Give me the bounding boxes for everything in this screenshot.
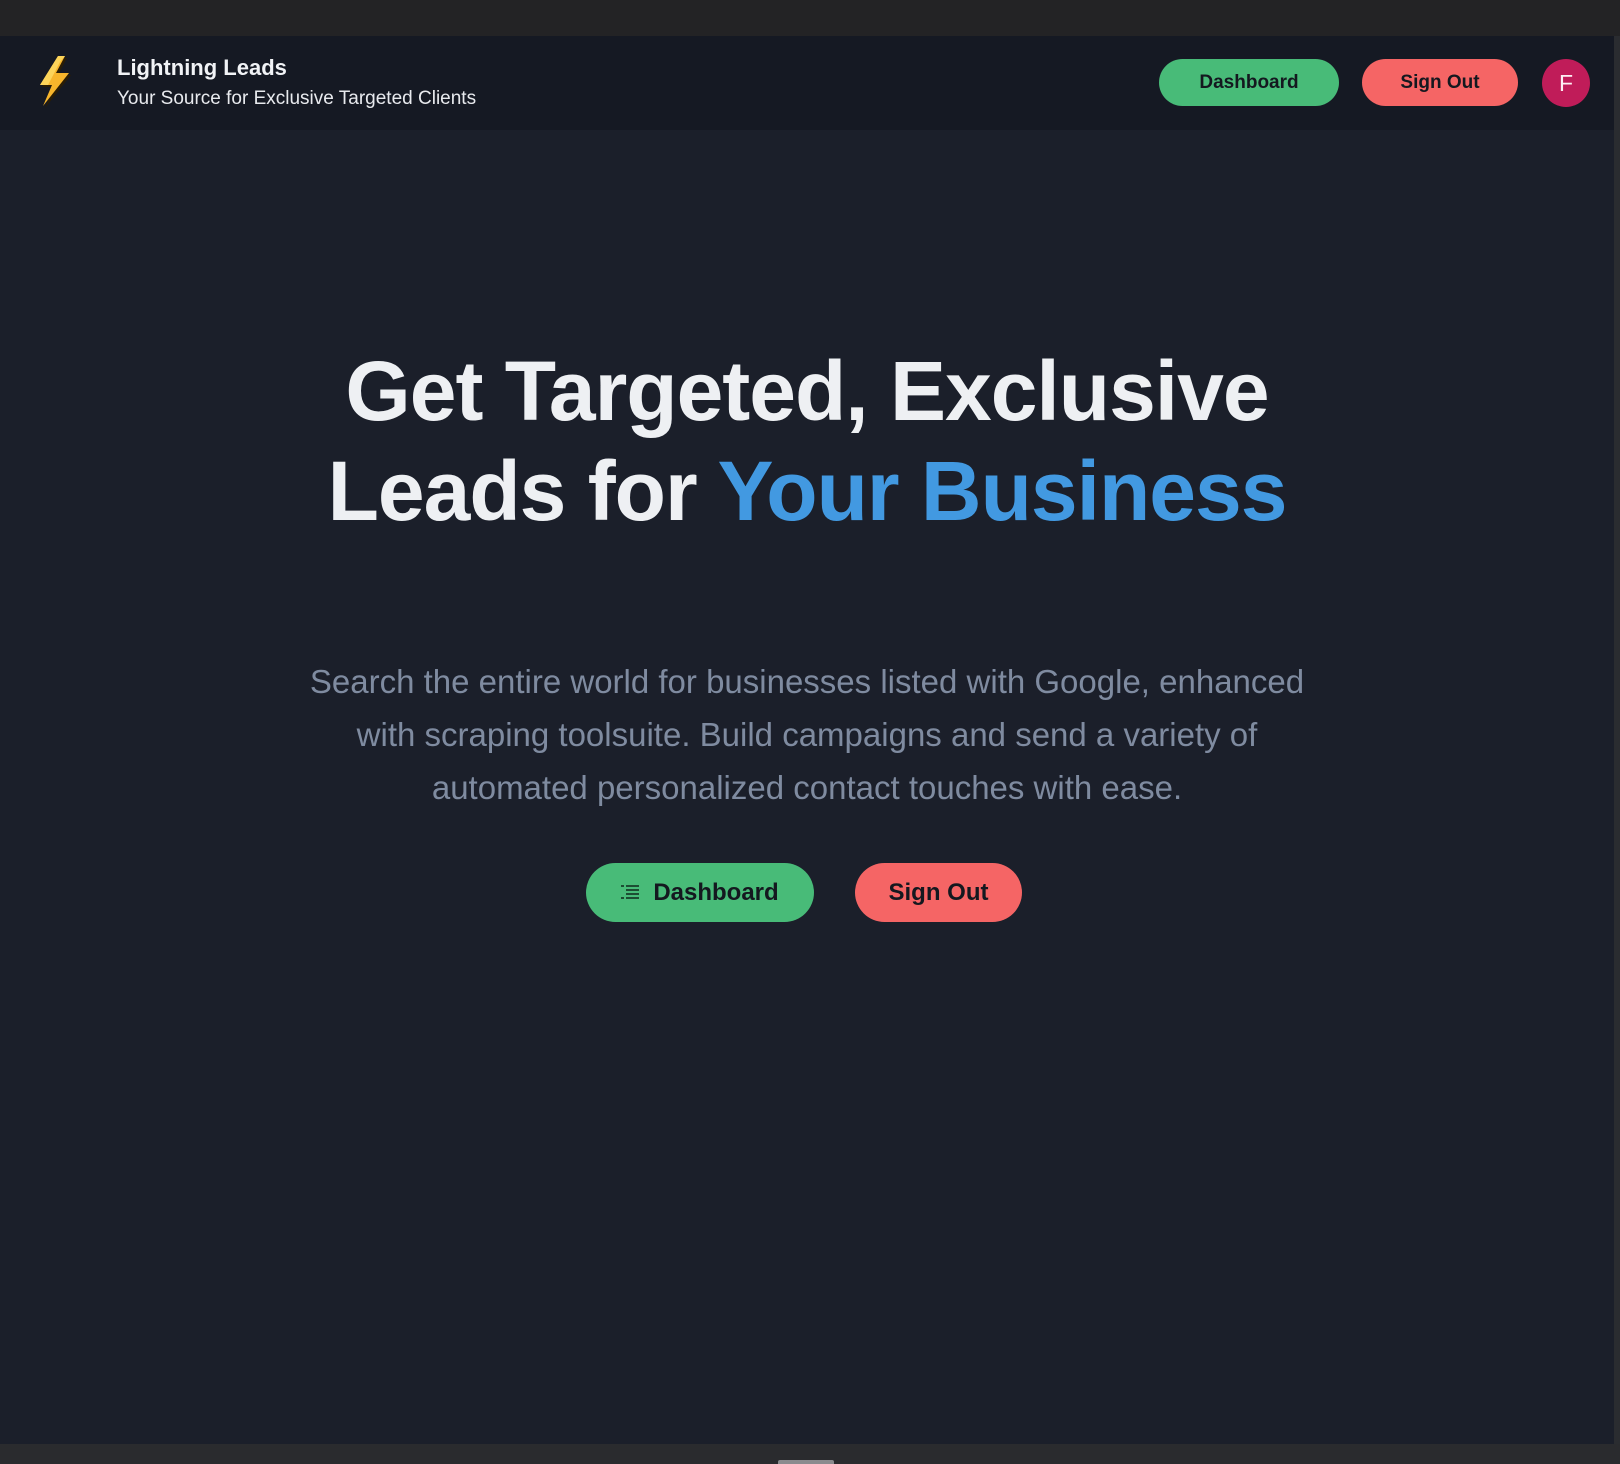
window-right-edge <box>1614 36 1620 1444</box>
lightning-bolt-icon <box>40 56 71 108</box>
hero-title-line1: Get Targeted, Exclusive <box>345 344 1269 438</box>
bottom-drag-handle[interactable] <box>778 1460 834 1464</box>
top-navbar: Lightning Leads Your Source for Exclusiv… <box>0 36 1614 130</box>
hero-title-line2: Leads for <box>327 444 718 538</box>
hero-dashboard-label: Dashboard <box>653 879 779 906</box>
avatar[interactable]: F <box>1542 59 1590 107</box>
window-top-strip <box>0 0 1620 36</box>
list-icon <box>621 884 640 899</box>
brand-title: Lightning Leads <box>117 55 287 80</box>
hero-title: Get Targeted, Exclusive Leads for Your B… <box>0 341 1614 541</box>
hero-dashboard-button[interactable]: Dashboard <box>586 863 814 922</box>
nav-dashboard-button[interactable]: Dashboard <box>1159 59 1339 106</box>
hero-description: Search the entire world for businesses l… <box>309 663 1305 806</box>
hero-title-accent: Your Business <box>717 444 1287 538</box>
brand-subtitle: Your Source for Exclusive Targeted Clien… <box>117 88 477 109</box>
nav-signout-button[interactable]: Sign Out <box>1362 59 1518 106</box>
app-viewport: Lightning Leads Your Source for Exclusiv… <box>0 36 1614 1444</box>
hero-signout-button[interactable]: Sign Out <box>855 863 1022 922</box>
